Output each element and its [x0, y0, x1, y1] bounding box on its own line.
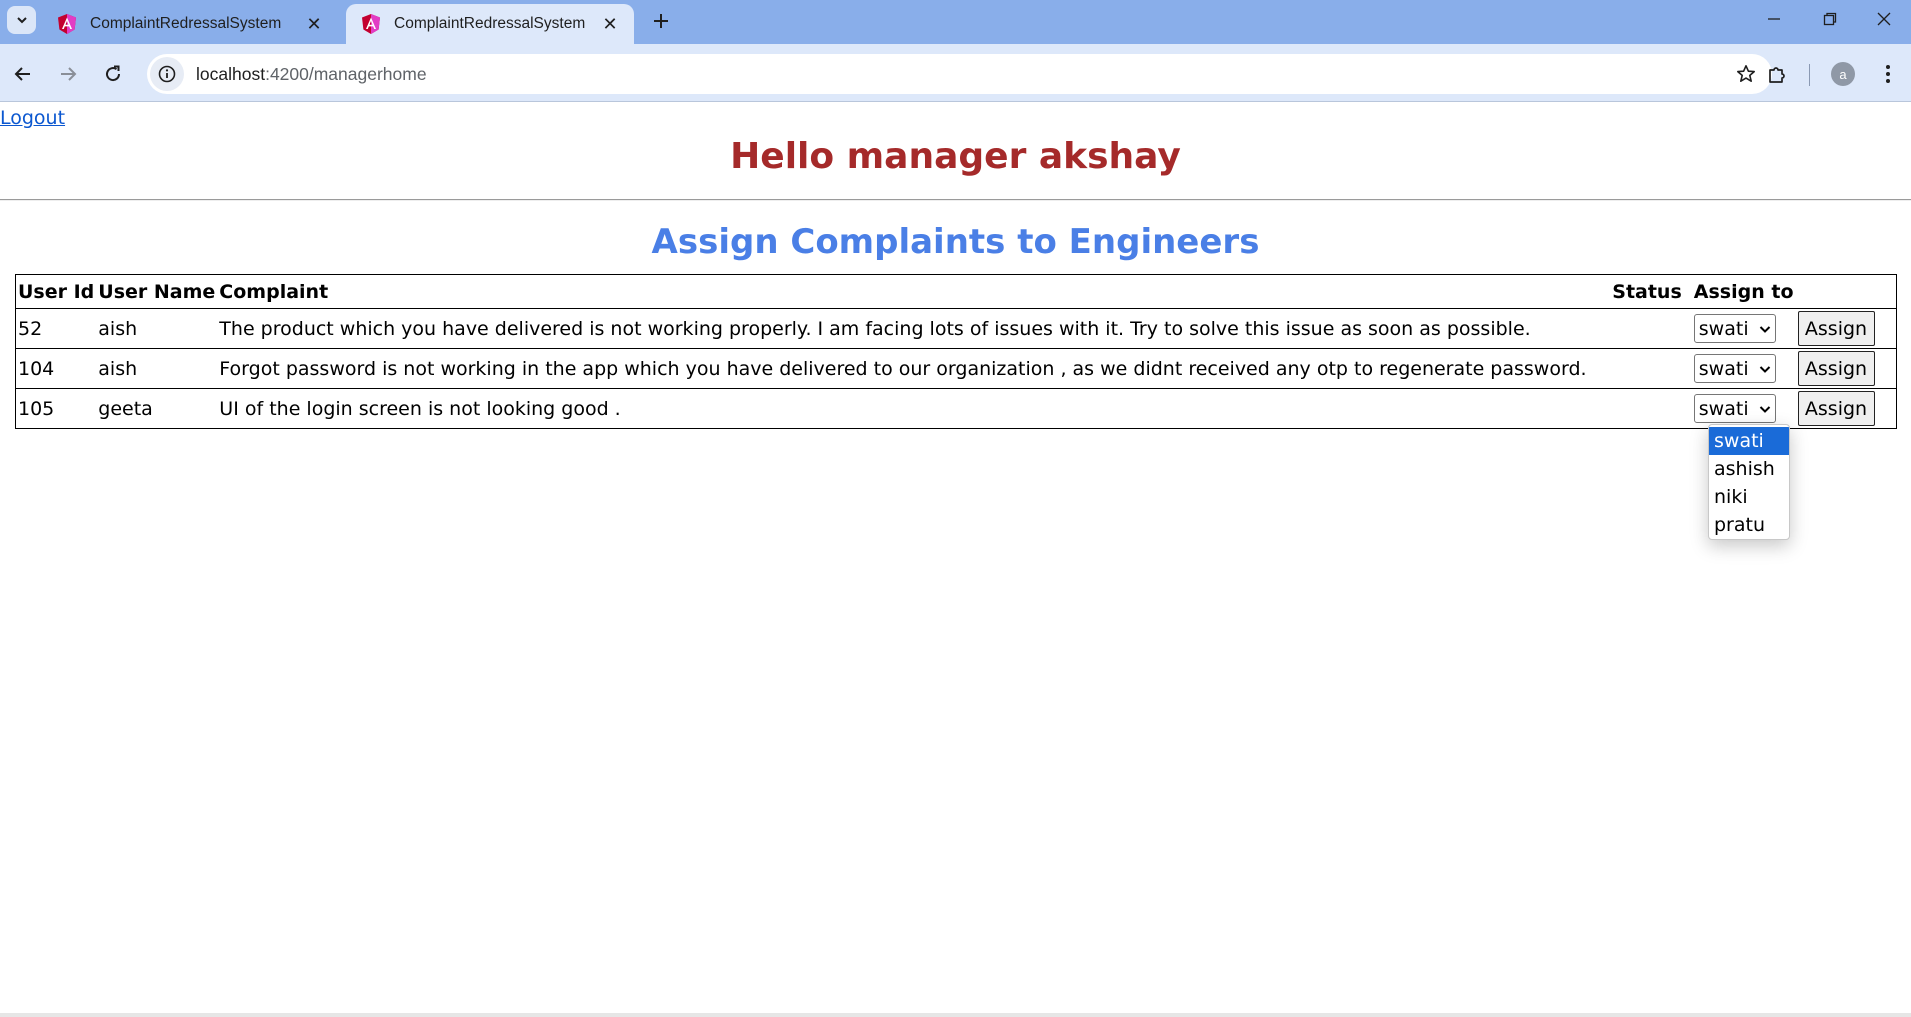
browser-tab-2[interactable]: ComplaintRedressalSystem ✕: [346, 4, 634, 44]
chevron-down-icon: [1759, 365, 1770, 373]
chevron-down-icon: [1759, 405, 1770, 413]
browser-tab-1[interactable]: ComplaintRedressalSystem ✕: [42, 4, 338, 44]
dropdown-option[interactable]: pratu: [1709, 511, 1789, 539]
cell-user-id: 52: [15, 308, 97, 349]
site-info-button[interactable]: [150, 57, 184, 91]
cell-user-name: geeta: [96, 388, 218, 429]
cell-action: Assign: [1795, 348, 1897, 389]
header-status: Status: [1612, 280, 1682, 303]
extensions-button[interactable]: [1759, 56, 1795, 92]
cell-user-name: aish: [96, 308, 218, 349]
tab-strip: ComplaintRedressalSystem ✕ ComplaintRedr…: [0, 0, 1911, 44]
complaints-table: User Id User Name Complaint Status Assig…: [15, 274, 1897, 429]
chevron-down-icon: [1759, 325, 1770, 333]
tab-search-button[interactable]: [7, 6, 36, 34]
angular-favicon-icon: [58, 14, 76, 34]
cell-action: Assign: [1795, 388, 1897, 429]
tab-title: ComplaintRedressalSystem: [90, 15, 282, 32]
section-title: Assign Complaints to Engineers: [651, 222, 1260, 262]
restore-button[interactable]: [1802, 0, 1858, 38]
close-icon: [1877, 12, 1891, 26]
engineer-select-value: swati: [1698, 317, 1749, 340]
more-vertical-icon: [1886, 65, 1890, 83]
plus-icon: [654, 14, 668, 28]
table-row: 52 aish The product which you have deliv…: [15, 308, 1897, 349]
header-user-name: User Name: [98, 280, 216, 303]
restore-icon: [1823, 12, 1837, 26]
close-window-button[interactable]: [1856, 0, 1911, 38]
header-complaint: Complaint: [219, 280, 329, 303]
engineer-dropdown-list: swati ashish niki pratu: [1708, 424, 1790, 540]
header-action: [1796, 275, 1897, 309]
table-header-row: User Id User Name Complaint Status Assig…: [16, 275, 1897, 309]
avatar: a: [1831, 62, 1855, 86]
new-tab-button[interactable]: [646, 6, 676, 36]
logout-link[interactable]: Logout: [0, 107, 65, 129]
cell-complaint: Forgot password is not working in the ap…: [217, 348, 1611, 389]
page-bottom-edge: [0, 1013, 1911, 1017]
url-text: localhost:4200/managerhome: [196, 64, 427, 85]
assign-button[interactable]: Assign: [1797, 391, 1875, 426]
dropdown-option[interactable]: swati: [1709, 427, 1789, 455]
profile-button[interactable]: a: [1825, 56, 1861, 92]
cell-user-id: 105: [15, 388, 97, 429]
puzzle-icon: [1769, 67, 1785, 83]
browser-menu-button[interactable]: [1870, 56, 1906, 92]
cell-assign-to: swati: [1691, 388, 1796, 429]
engineer-select-value: swati: [1698, 397, 1749, 420]
engineer-select[interactable]: swati: [1693, 354, 1776, 383]
assign-button[interactable]: Assign: [1797, 351, 1875, 386]
info-icon: [158, 65, 176, 83]
cell-user-id: 104: [15, 348, 97, 389]
bookmark-button[interactable]: [1734, 62, 1758, 86]
minimize-button[interactable]: [1746, 0, 1802, 38]
table-row: 104 aish Forgot password is not working …: [15, 348, 1897, 389]
forward-button[interactable]: [50, 56, 86, 92]
horizontal-divider: [0, 199, 1911, 201]
chevron-down-icon: [16, 17, 27, 24]
browser-toolbar: localhost:4200/managerhome a: [0, 44, 1911, 102]
greeting-heading: Hello manager akshay: [730, 136, 1181, 177]
angular-favicon-icon: [362, 14, 380, 34]
header-user-id: User Id: [18, 280, 95, 303]
minimize-icon: [1768, 18, 1780, 20]
close-tab-icon[interactable]: ✕: [598, 12, 622, 36]
arrow-right-icon: [61, 67, 77, 81]
dropdown-option[interactable]: niki: [1709, 483, 1789, 511]
cell-user-name: aish: [96, 348, 218, 389]
engineer-select[interactable]: swati: [1693, 394, 1776, 423]
address-bar[interactable]: localhost:4200/managerhome: [147, 54, 1772, 94]
reload-button[interactable]: [95, 56, 131, 92]
cell-action: Assign: [1795, 308, 1897, 349]
close-tab-icon[interactable]: ✕: [302, 12, 326, 36]
back-button[interactable]: [5, 56, 41, 92]
star-icon: [1737, 65, 1755, 82]
cell-complaint: UI of the login screen is not looking go…: [217, 388, 1611, 429]
cell-status: [1610, 348, 1692, 389]
cell-complaint: The product which you have delivered is …: [217, 308, 1611, 349]
cell-status: [1610, 308, 1692, 349]
toolbar-separator: [1809, 64, 1810, 86]
cell-assign-to: swati: [1691, 348, 1796, 389]
cell-status: [1610, 388, 1692, 429]
tab-title: ComplaintRedressalSystem: [394, 15, 586, 32]
url-host: localhost: [196, 63, 266, 84]
cell-assign-to: swati: [1691, 308, 1796, 349]
arrow-left-icon: [14, 67, 30, 81]
header-assign-to: Assign to: [1693, 280, 1794, 303]
url-path: :4200/managerhome: [265, 63, 427, 84]
table-row: 105 geeta UI of the login screen is not …: [15, 388, 1897, 429]
dropdown-option[interactable]: ashish: [1709, 455, 1789, 483]
page-content: Logout Hello manager akshay Assign Compl…: [0, 103, 1911, 1014]
assign-button[interactable]: Assign: [1797, 311, 1875, 346]
engineer-select-value: swati: [1698, 357, 1749, 380]
reload-icon: [106, 65, 121, 82]
engineer-select[interactable]: swati: [1693, 314, 1776, 343]
